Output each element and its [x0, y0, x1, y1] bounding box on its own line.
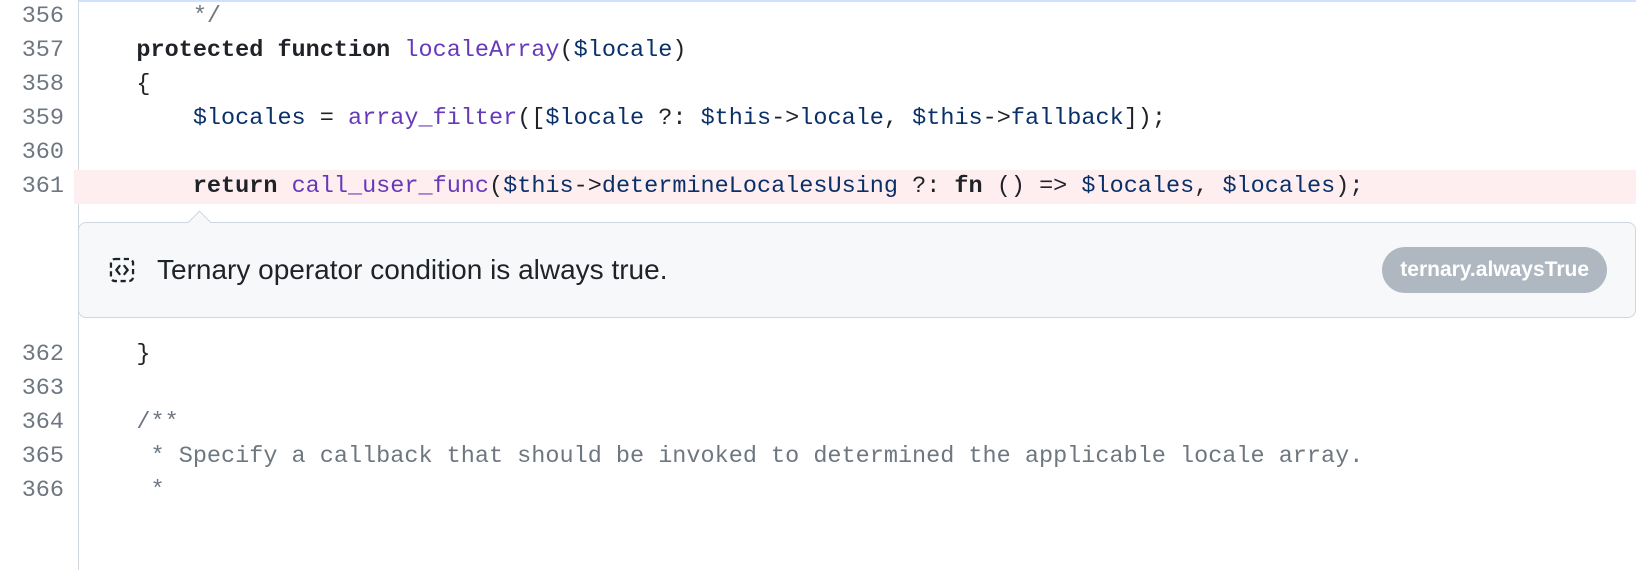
- annotation-left: Ternary operator condition is always tru…: [107, 253, 667, 287]
- member-fallback: fallback: [1011, 105, 1124, 132]
- line-content: $locales = array_filter([$locale ?: $thi…: [74, 102, 1636, 136]
- code-line[interactable]: 365 * Specify a callback that should be …: [0, 440, 1636, 474]
- code-line-highlighted[interactable]: 361 return call_user_func($this->determi…: [0, 170, 1636, 204]
- comma: ,: [1194, 173, 1222, 200]
- code-line[interactable]: 364 /**: [0, 406, 1636, 440]
- line-content: protected function localeArray($locale): [74, 34, 1636, 68]
- arrow: ->: [574, 173, 602, 200]
- arrow: ->: [771, 105, 799, 132]
- line-number: 356: [0, 0, 74, 34]
- indent: [80, 477, 136, 504]
- line-number: 361: [0, 170, 74, 204]
- fn-array-filter: array_filter: [348, 105, 517, 132]
- code-line[interactable]: 357 protected function localeArray($loca…: [0, 34, 1636, 68]
- code-line[interactable]: 359 $locales = array_filter([$locale ?: …: [0, 102, 1636, 136]
- line-number: 366: [0, 474, 74, 508]
- fn-arrow: =>: [1039, 173, 1067, 200]
- annotation-rule-badge[interactable]: ternary.alwaysTrue: [1382, 247, 1607, 293]
- space: [1067, 173, 1081, 200]
- kw-return: return: [193, 173, 278, 200]
- this: $this: [701, 105, 772, 132]
- line-number: 365: [0, 440, 74, 474]
- code-line[interactable]: 362 }: [0, 338, 1636, 372]
- kw-fn: fn: [954, 173, 982, 200]
- spacer: [0, 204, 1636, 214]
- member-determine: determineLocalesUsing: [602, 173, 898, 200]
- var-locales: $locales: [1222, 173, 1335, 200]
- line-content: }: [74, 338, 1636, 372]
- line-content: */: [74, 0, 1636, 34]
- equals: =: [306, 105, 348, 132]
- code-line[interactable]: 366 *: [0, 474, 1636, 508]
- indent: [80, 341, 136, 368]
- line-number: 362: [0, 338, 74, 372]
- paren-close: );: [1335, 173, 1363, 200]
- code-line[interactable]: 358 {: [0, 68, 1636, 102]
- kw-function: function: [277, 37, 390, 64]
- kw-protected: protected: [136, 37, 263, 64]
- member-locale: locale: [799, 105, 884, 132]
- var-locales: $locales: [1081, 173, 1194, 200]
- line-content: *: [74, 474, 1636, 508]
- brace-close: }: [136, 341, 150, 368]
- param: $locale: [574, 37, 673, 64]
- indent: [80, 3, 193, 30]
- ternary: ?:: [898, 173, 954, 200]
- code-line[interactable]: 363: [0, 372, 1636, 406]
- doccomment-open: /**: [136, 409, 178, 436]
- comment-close: */: [193, 3, 221, 30]
- line-number: 363: [0, 372, 74, 406]
- line-number: 358: [0, 68, 74, 102]
- brackets-open: ([: [517, 105, 545, 132]
- brace-open: {: [136, 71, 150, 98]
- line-number: 359: [0, 102, 74, 136]
- ternary: ?:: [644, 105, 700, 132]
- indent: [80, 37, 136, 64]
- comma: ,: [884, 105, 912, 132]
- indent: [80, 409, 136, 436]
- fn-call-user-func: call_user_func: [292, 173, 489, 200]
- doccomment-line: * Specify a callback that should be invo…: [136, 443, 1363, 470]
- code-area: 356 */ 357 protected function localeArra…: [0, 0, 1636, 508]
- paren-close: ): [672, 37, 686, 64]
- annotation-block: Ternary operator condition is always tru…: [0, 214, 1636, 338]
- lint-annotation[interactable]: Ternary operator condition is always tru…: [78, 222, 1636, 318]
- indent: [80, 105, 193, 132]
- code-line[interactable]: 356 */: [0, 0, 1636, 34]
- this: $this: [503, 173, 574, 200]
- line-content: {: [74, 68, 1636, 102]
- arrow: ->: [983, 105, 1011, 132]
- indent: [80, 443, 136, 470]
- code-viewer: 356 */ 357 protected function localeArra…: [0, 0, 1636, 570]
- code-scan-icon: [107, 255, 137, 285]
- fn-name: localeArray: [404, 37, 559, 64]
- line-content: * Specify a callback that should be invo…: [74, 440, 1636, 474]
- indent: [80, 173, 193, 200]
- line-content: return call_user_func($this->determineLo…: [74, 170, 1636, 204]
- line-content: /**: [74, 406, 1636, 440]
- annotation-message: Ternary operator condition is always tru…: [157, 253, 667, 287]
- this: $this: [912, 105, 983, 132]
- paren-open: (: [489, 173, 503, 200]
- line-number: 357: [0, 34, 74, 68]
- var-locale: $locale: [545, 105, 644, 132]
- code-line[interactable]: 360: [0, 136, 1636, 170]
- indent: [80, 71, 136, 98]
- doccomment-star: *: [136, 477, 164, 504]
- var-locales: $locales: [193, 105, 306, 132]
- line-number: 364: [0, 406, 74, 440]
- fn-paren: (): [983, 173, 1039, 200]
- paren-open: (: [560, 37, 574, 64]
- brackets-close: ]);: [1124, 105, 1166, 132]
- line-number: 360: [0, 136, 74, 170]
